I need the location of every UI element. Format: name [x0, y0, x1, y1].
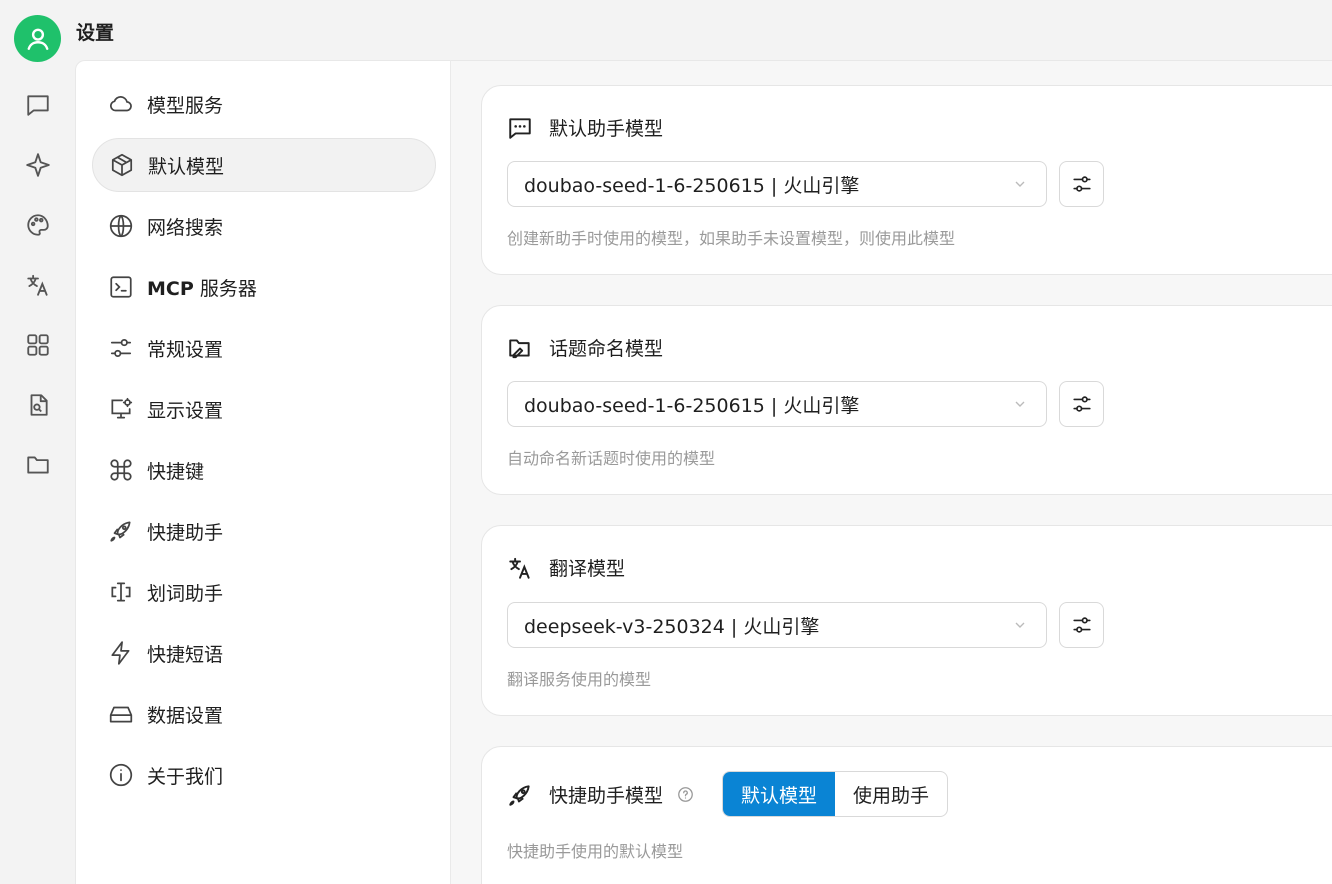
- topic-naming-model-card: 话题命名模型 doubao-seed-1-6-250615 | 火山引擎 自动命…: [481, 305, 1332, 495]
- sliders-icon: [1072, 396, 1091, 412]
- help-button[interactable]: [677, 786, 694, 803]
- rail-folder-button[interactable]: [18, 445, 58, 485]
- rail-files-button[interactable]: [18, 385, 58, 425]
- info-icon: [109, 763, 133, 787]
- nav-item-label: 网络搜索: [147, 216, 224, 239]
- model-settings-button[interactable]: [1059, 602, 1104, 648]
- nav-item-label: 快捷键: [147, 460, 205, 483]
- text-cursor-icon: [111, 582, 131, 602]
- message-dots-icon: [509, 117, 531, 139]
- translate-icon: [509, 557, 530, 579]
- nav-item-model-service[interactable]: 模型服务: [92, 77, 436, 131]
- selected-value: doubao-seed-1-6-250615 | 火山引擎: [524, 174, 860, 197]
- rail-apps-button[interactable]: [18, 325, 58, 365]
- rail-agents-button[interactable]: [18, 145, 58, 185]
- card-header: 默认助手模型: [507, 114, 663, 141]
- nav-item-about[interactable]: 关于我们: [92, 748, 436, 802]
- user-icon: [27, 28, 48, 50]
- nav-item-label: 划词助手: [147, 582, 224, 605]
- rail-chat-button[interactable]: [18, 85, 58, 125]
- nav-item-label: 默认模型: [148, 155, 225, 178]
- default-assistant-model-select[interactable]: doubao-seed-1-6-250615 | 火山引擎: [507, 161, 1047, 207]
- option-use-assistant[interactable]: 使用助手: [835, 772, 947, 816]
- card-header: 话题命名模型: [507, 334, 663, 361]
- chevron-down-icon: [1015, 622, 1025, 628]
- nav-item-general-settings[interactable]: 常规设置: [92, 321, 436, 375]
- model-settings-button[interactable]: [1059, 381, 1104, 427]
- nav-item-quick-assistant[interactable]: 快捷助手: [92, 504, 436, 558]
- card-header: 翻译模型: [507, 554, 625, 581]
- folder-icon: [27, 456, 49, 474]
- card-hint: 自动命名新话题时使用的模型: [507, 449, 716, 468]
- translate-icon: [27, 274, 48, 296]
- topic-naming-model-select[interactable]: doubao-seed-1-6-250615 | 火山引擎: [507, 381, 1047, 427]
- avatar[interactable]: [14, 15, 61, 62]
- nav-item-label: 数据设置: [147, 704, 224, 727]
- translate-model-card: 翻译模型 deepseek-v3-250324 | 火山引擎 翻译服务使用的模型: [481, 525, 1332, 716]
- card-title: 快捷助手模型: [549, 785, 664, 807]
- card-title: 话题命名模型: [549, 338, 664, 360]
- card-title: 默认助手模型: [549, 118, 664, 140]
- rail-translate-button[interactable]: [18, 265, 58, 305]
- cloud-icon: [110, 96, 132, 112]
- apps-grid-icon: [27, 334, 49, 356]
- option-default-model[interactable]: 默认模型: [723, 772, 836, 816]
- nav-item-label: 快捷短语: [147, 643, 224, 666]
- card-hint: 翻译服务使用的模型: [507, 670, 652, 689]
- sparkle-icon: [26, 153, 50, 177]
- nav-item-label: MCP 服务器: [147, 274, 257, 301]
- servers-label: 服务器: [193, 277, 257, 300]
- question-circle-icon: [678, 787, 693, 802]
- card-title: 翻译模型: [549, 558, 626, 580]
- rail-paint-button[interactable]: [18, 205, 58, 245]
- nav-item-quick-phrases[interactable]: 快捷短语: [92, 626, 436, 680]
- nav-item-mcp-servers[interactable]: MCP 服务器: [92, 260, 436, 314]
- globe-icon: [109, 214, 133, 238]
- card-hint: 创建新助手时使用的模型，如果助手未设置模型，则使用此模型: [507, 229, 956, 248]
- nav-item-label: 常规设置: [147, 338, 224, 361]
- settings-nav: 模型服务 默认模型 网络搜索 MCP 服务器 常规设置 显示设置 快捷键 快捷助…: [75, 60, 451, 884]
- sliders-icon: [1072, 176, 1091, 192]
- folder-pen-icon: [509, 338, 530, 358]
- file-search-icon: [30, 394, 48, 416]
- chevron-down-icon: [1015, 181, 1025, 187]
- translate-model-select[interactable]: deepseek-v3-250324 | 火山引擎: [507, 602, 1047, 648]
- chevron-down-icon: [1015, 401, 1025, 407]
- selected-value: deepseek-v3-250324 | 火山引擎: [524, 615, 820, 638]
- quick-assistant-mode-toggle: 默认模型 使用助手: [722, 771, 949, 817]
- card-hint: 快捷助手使用的默认模型: [507, 842, 684, 861]
- rocket-icon: [110, 521, 131, 542]
- monitor-settings-icon: [111, 397, 133, 419]
- palette-icon: [27, 214, 49, 236]
- model-settings-button[interactable]: [1059, 161, 1104, 207]
- lightning-icon: [111, 641, 130, 665]
- card-header: 快捷助手模型: [507, 781, 694, 808]
- default-assistant-model-card: 默认助手模型 doubao-seed-1-6-250615 | 火山引擎 创建新…: [481, 85, 1332, 275]
- nav-item-label: 关于我们: [147, 765, 224, 788]
- nav-item-label: 显示设置: [147, 399, 224, 422]
- mcp-label: MCP: [147, 277, 194, 300]
- cube-icon: [111, 153, 133, 177]
- icon-rail: [0, 0, 75, 884]
- quick-assistant-model-card: 快捷助手模型 默认模型 使用助手 快捷助手使用的默认模型: [481, 746, 1332, 884]
- chat-icon: [27, 95, 49, 116]
- selected-value: doubao-seed-1-6-250615 | 火山引擎: [524, 394, 860, 417]
- nav-item-default-model[interactable]: 默认模型: [92, 138, 436, 192]
- page-title: 设置: [76, 22, 115, 44]
- nav-item-web-search[interactable]: 网络搜索: [92, 199, 436, 253]
- nav-item-label: 快捷助手: [147, 521, 224, 544]
- rocket-icon: [509, 784, 530, 806]
- nav-item-selection-assistant[interactable]: 划词助手: [92, 565, 436, 619]
- settings-content: 默认助手模型 doubao-seed-1-6-250615 | 火山引擎 创建新…: [451, 60, 1332, 884]
- sliders-icon: [1072, 617, 1091, 633]
- sliders-icon: [110, 339, 132, 357]
- nav-item-data-settings[interactable]: 数据设置: [92, 687, 436, 741]
- terminal-icon: [110, 276, 132, 298]
- nav-item-display-settings[interactable]: 显示设置: [92, 382, 436, 436]
- nav-item-shortcuts[interactable]: 快捷键: [92, 443, 436, 497]
- hard-drive-icon: [109, 706, 133, 723]
- command-icon: [110, 459, 132, 481]
- nav-item-label: 模型服务: [147, 94, 224, 117]
